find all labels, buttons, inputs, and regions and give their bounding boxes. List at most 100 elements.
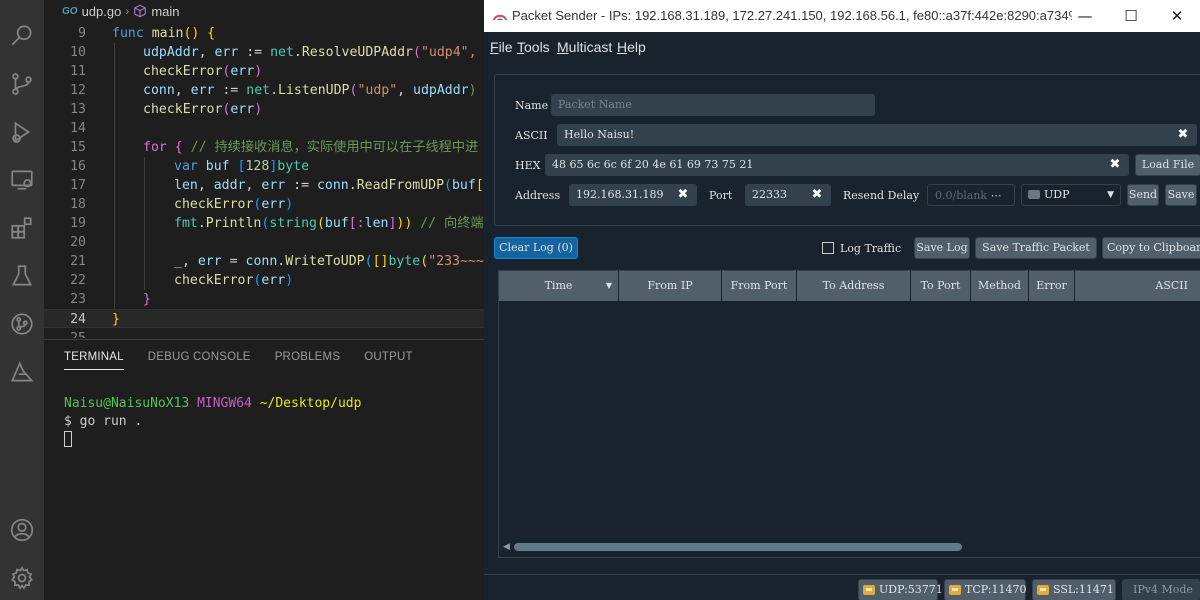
hex-input[interactable]: 48 65 6c 6c 6f 20 4e 61 69 73 75 21 — [545, 154, 1129, 176]
source-control-icon[interactable] — [8, 70, 36, 98]
terminal-path: ~/Desktop/udp — [259, 396, 362, 411]
save-traffic-packet-button[interactable]: Save Traffic Packet — [975, 237, 1097, 259]
horizontal-scrollbar[interactable]: ◀ — [500, 540, 1180, 554]
title-bar[interactable]: Packet Sender - IPs: 192.168.31.189, 172… — [484, 0, 1200, 32]
copy-to-clipboard-button[interactable]: Copy to Clipboard — [1102, 237, 1200, 259]
menu-file[interactable]: File — [490, 39, 513, 55]
activity-bar — [0, 0, 44, 600]
code-line[interactable]: 14 — [44, 119, 484, 138]
code-line[interactable]: 22 checkError(err) — [44, 271, 484, 290]
code-line[interactable]: 15 for { // 持续接收消息，实际使用中可以在子线程中进 — [44, 138, 484, 157]
account-icon[interactable] — [8, 516, 36, 544]
docker-icon[interactable] — [8, 358, 36, 386]
clear-address-icon[interactable]: ✖ — [675, 184, 691, 206]
resend-delay-input[interactable]: 0.0/blank ⋯ — [927, 184, 1015, 206]
ascii-input[interactable]: Hello Naisu! — [557, 124, 1197, 146]
column-time[interactable]: Time ▼ — [499, 271, 619, 301]
code-line[interactable]: 23} — [44, 290, 484, 309]
log-traffic-label: Log Traffic — [840, 242, 902, 255]
protocol-select[interactable]: UDP ▼ — [1021, 184, 1121, 206]
scrollbar-thumb[interactable] — [514, 543, 962, 551]
code-line[interactable]: 21 _, err = conn.WriteToUDP([]byte("233~~… — [44, 252, 484, 271]
vscode-window: GO udp.go › main 9 func main() { 10 udpAdd… — [0, 0, 484, 600]
terminal-output[interactable]: Naisu@NaisuNoX13 MINGW64 ~/Desktop/udp $… — [64, 395, 361, 450]
tab-problems[interactable]: PROBLEMS — [275, 351, 341, 370]
testing-icon[interactable] — [8, 262, 36, 290]
load-file-button[interactable]: Load File — [1135, 154, 1200, 176]
menu-multicast[interactable]: Multicast — [557, 39, 612, 55]
code-line[interactable]: 16 var buf [128]byte — [44, 157, 484, 176]
packet-sender-window: Packet Sender - IPs: 192.168.31.189, 172… — [484, 0, 1200, 600]
code-line[interactable]: 9 func main() { — [44, 24, 484, 43]
log-traffic-checkbox[interactable] — [822, 242, 834, 254]
symbol-method-icon — [134, 4, 147, 18]
tab-debug-console[interactable]: DEBUG CONSOLE — [148, 351, 251, 370]
extensions-icon[interactable] — [8, 214, 36, 242]
scroll-left-icon[interactable]: ◀ — [503, 542, 510, 552]
address-label: Address — [515, 189, 561, 202]
traffic-log-table[interactable]: Time ▼ From IP From Port To Address To Po… — [498, 270, 1200, 558]
terminal-prompt: $ — [64, 414, 72, 429]
sort-down-icon: ▼ — [605, 281, 612, 290]
packet-name-input[interactable]: Packet Name — [551, 94, 875, 116]
ssl-port-button[interactable]: SSL:11471 — [1032, 579, 1116, 600]
settings-gear-icon[interactable] — [8, 564, 36, 592]
code-line[interactable]: 20 — [44, 233, 484, 252]
git-graph-icon[interactable] — [8, 310, 36, 338]
terminal-env: MINGW64 — [197, 396, 252, 411]
column-to-port[interactable]: To Port — [911, 271, 971, 301]
search-icon[interactable] — [8, 22, 36, 50]
name-label: Name — [515, 99, 549, 112]
tab-output[interactable]: OUTPUT — [364, 351, 412, 370]
send-button[interactable]: Send — [1127, 184, 1159, 206]
ipv4-mode-button[interactable]: IPv4 Mode — [1122, 579, 1200, 600]
clear-log-button[interactable]: Clear Log (0) — [494, 237, 578, 259]
code-line[interactable]: 17 len, addr, err := conn.ReadFromUDP(buf… — [44, 176, 484, 195]
minimize-button[interactable]: — — [1062, 0, 1108, 32]
breadcrumb-file[interactable]: udp.go — [82, 4, 122, 19]
code-line[interactable]: 18 checkError(err) — [44, 195, 484, 214]
menu-tools[interactable]: Tools — [517, 39, 550, 55]
tcp-port-button[interactable]: TCP:11470 — [944, 579, 1026, 600]
save-log-button[interactable]: Save Log — [914, 237, 970, 259]
code-line[interactable]: 25 — [44, 329, 484, 338]
udp-port-button[interactable]: UDP:53771 — [858, 579, 943, 600]
code-editor[interactable]: 9 func main() { 10 udpAddr, err := net.Res… — [44, 24, 484, 338]
terminal-user: Naisu@NaisuNoX13 — [64, 396, 190, 411]
save-button[interactable]: Save — [1165, 184, 1197, 206]
tcp-icon — [949, 585, 961, 595]
breadcrumb-symbol[interactable]: main — [151, 4, 179, 19]
run-debug-icon[interactable] — [8, 118, 36, 146]
hex-label: HEX — [515, 159, 541, 172]
column-from-ip[interactable]: From IP — [619, 271, 722, 301]
close-button[interactable]: ✕ — [1154, 0, 1200, 32]
udp-icon — [863, 585, 875, 595]
clear-ascii-icon[interactable]: ✖ — [1175, 124, 1191, 146]
clear-hex-icon[interactable]: ✖ — [1107, 154, 1123, 176]
window-title: Packet Sender - IPs: 192.168.31.189, 172… — [512, 8, 1072, 23]
breadcrumb: GO udp.go › main — [44, 0, 484, 22]
code-line[interactable]: 10 udpAddr, err := net.ResolveUDPAddr("ud… — [44, 43, 484, 62]
code-line[interactable]: 19fmt.Println(string(buf[:len])) // 向终端打 — [44, 214, 484, 233]
column-from-port[interactable]: From Port — [722, 271, 797, 301]
clear-port-icon[interactable]: ✖ — [809, 184, 825, 206]
column-ascii[interactable]: ASCII — [1075, 271, 1200, 301]
chevron-down-icon: ▼ — [1107, 190, 1114, 200]
menu-help[interactable]: Help — [617, 39, 646, 55]
maximize-button[interactable]: ☐ — [1108, 0, 1154, 32]
ssl-icon — [1037, 585, 1049, 595]
tab-terminal[interactable]: TERMINAL — [64, 351, 124, 370]
column-method[interactable]: Method — [971, 271, 1029, 301]
packet-sender-logo-icon — [493, 14, 507, 20]
code-line[interactable]: 11 checkError(err) — [44, 62, 484, 81]
protocol-icon — [1028, 190, 1040, 199]
column-error[interactable]: Error — [1029, 271, 1075, 301]
code-line[interactable]: 13 checkError(err) — [44, 100, 484, 119]
resend-delay-label: Resend Delay — [843, 189, 920, 202]
code-line[interactable]: 12 conn, err := net.ListenUDP("udp", udpA… — [44, 81, 484, 100]
ascii-label: ASCII — [515, 129, 548, 142]
column-to-address[interactable]: To Address — [797, 271, 911, 301]
remote-explorer-icon[interactable] — [8, 166, 36, 194]
code-line-active[interactable]: 24} — [44, 309, 484, 328]
terminal-cursor — [64, 431, 72, 447]
